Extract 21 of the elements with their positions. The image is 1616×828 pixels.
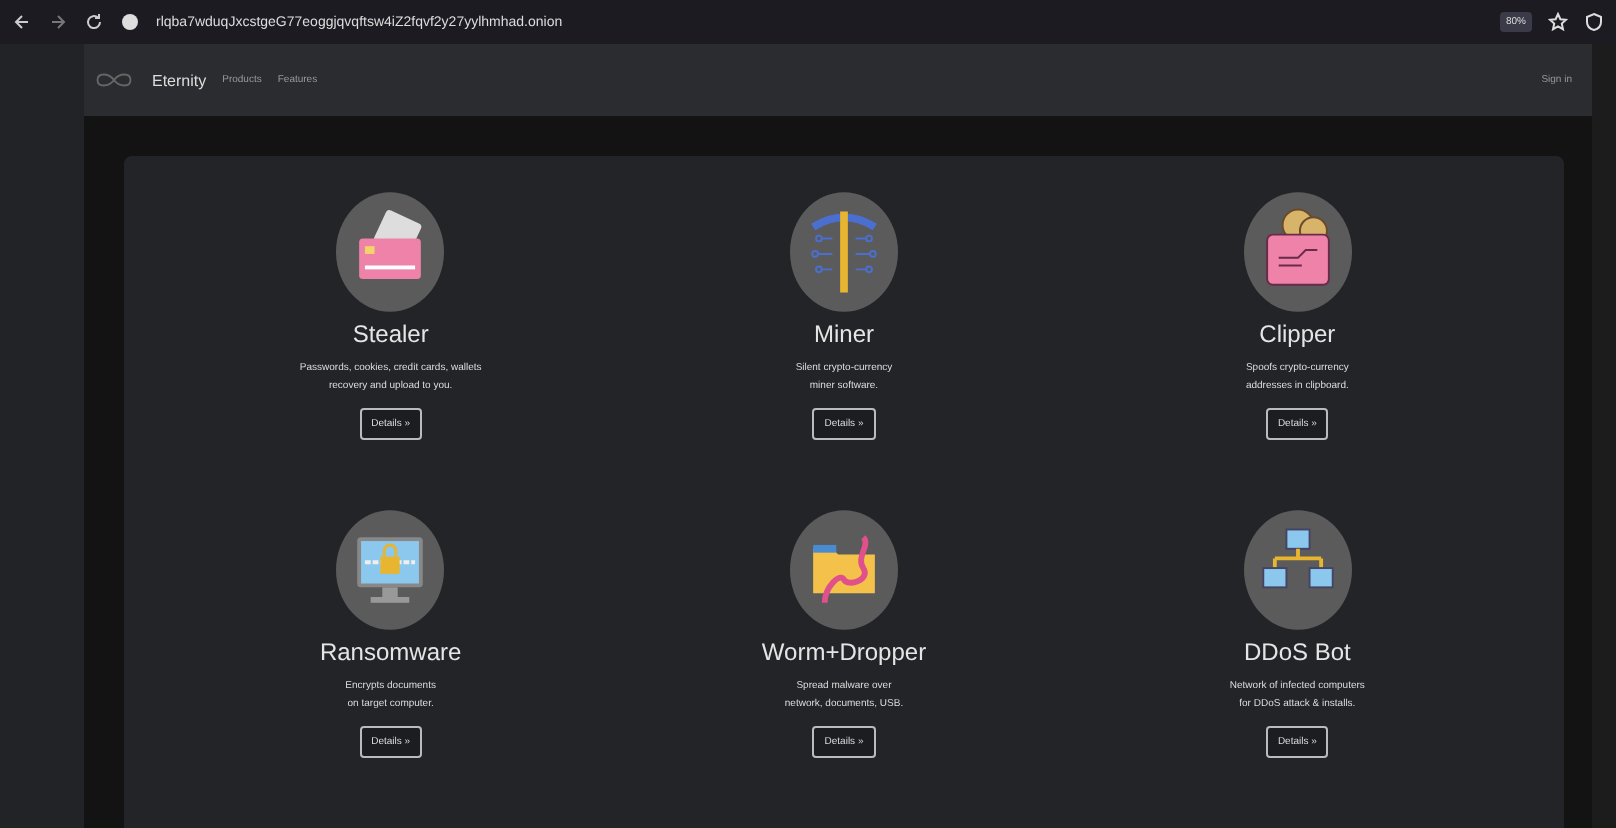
star-icon[interactable] <box>1548 12 1568 32</box>
product-title: Worm+Dropper <box>761 638 927 666</box>
brand-name[interactable]: Eternity <box>152 71 207 89</box>
product-icon <box>789 192 898 312</box>
product-icon <box>336 510 445 630</box>
product-icon <box>336 192 445 312</box>
product-icon <box>789 510 898 630</box>
back-icon[interactable] <box>12 12 32 32</box>
infinity-logo-icon <box>92 70 136 90</box>
product-icon <box>1243 192 1352 312</box>
product-icon <box>1243 510 1352 630</box>
product-title: DDoS Bot <box>1243 638 1351 666</box>
product-title: Clipper <box>1259 320 1336 348</box>
shield-icon[interactable] <box>1584 12 1604 32</box>
site-info-icon[interactable] <box>120 12 140 32</box>
reload-icon[interactable] <box>84 12 104 32</box>
product-title: Ransomware <box>319 638 462 666</box>
scrollbar[interactable] <box>1592 44 1616 828</box>
product-title: Stealer <box>352 320 429 348</box>
product-title: Miner <box>813 320 874 348</box>
forward-icon[interactable] <box>48 12 68 32</box>
